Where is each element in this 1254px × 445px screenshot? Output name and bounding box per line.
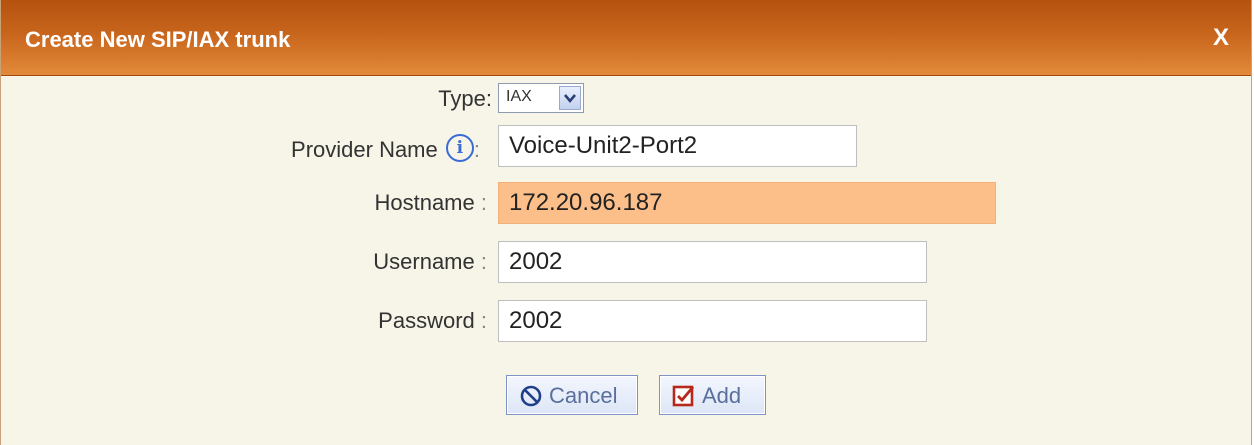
cancel-button-label: Cancel — [549, 383, 618, 408]
hostname-row: Hostname : — [1, 182, 1251, 226]
provider-name-label-text: Provider Name — [291, 137, 438, 162]
cancel-button[interactable]: Cancel — [506, 375, 638, 415]
type-label: Type: — [438, 86, 492, 111]
dialog-titlebar[interactable]: Create New SIP/IAX trunk X — [1, 0, 1251, 76]
checkbox-checked-icon — [672, 384, 696, 414]
provider-name-input[interactable] — [498, 125, 857, 167]
hostname-label-text: Hostname — [374, 190, 475, 215]
type-select[interactable]: IAX — [498, 83, 584, 113]
type-select-value: IAX — [506, 88, 532, 105]
password-label-text: Password — [378, 308, 475, 333]
add-button[interactable]: Add — [659, 375, 766, 415]
hostname-input[interactable] — [498, 182, 996, 224]
info-icon[interactable]: i — [445, 134, 474, 162]
hostname-label: Hostname : — [374, 190, 487, 216]
dialog-body: Type: IAX Provider Name i: Hostname : Us… — [1, 76, 1251, 445]
provider-name-label: Provider Name i: — [291, 134, 480, 163]
password-label: Password : — [378, 308, 487, 334]
username-input[interactable] — [498, 241, 927, 283]
cancel-icon — [519, 384, 543, 414]
password-colon: : — [480, 308, 487, 333]
chevron-down-icon[interactable] — [559, 86, 581, 110]
provider-name-colon: : — [473, 137, 480, 162]
username-row: Username : — [1, 241, 1251, 285]
provider-name-row: Provider Name i: — [1, 125, 1251, 169]
create-trunk-dialog: Create New SIP/IAX trunk X Type: IAX Pro… — [0, 0, 1252, 445]
username-label: Username : — [373, 249, 487, 275]
password-row: Password : — [1, 300, 1251, 344]
username-label-text: Username — [373, 249, 475, 274]
username-colon: : — [480, 249, 487, 274]
type-row: Type: IAX — [1, 79, 1251, 123]
dialog-title: Create New SIP/IAX trunk — [25, 27, 291, 52]
hostname-colon: : — [480, 190, 487, 215]
close-button[interactable]: X — [1213, 24, 1229, 52]
password-input[interactable] — [498, 300, 927, 342]
add-button-label: Add — [702, 383, 742, 408]
